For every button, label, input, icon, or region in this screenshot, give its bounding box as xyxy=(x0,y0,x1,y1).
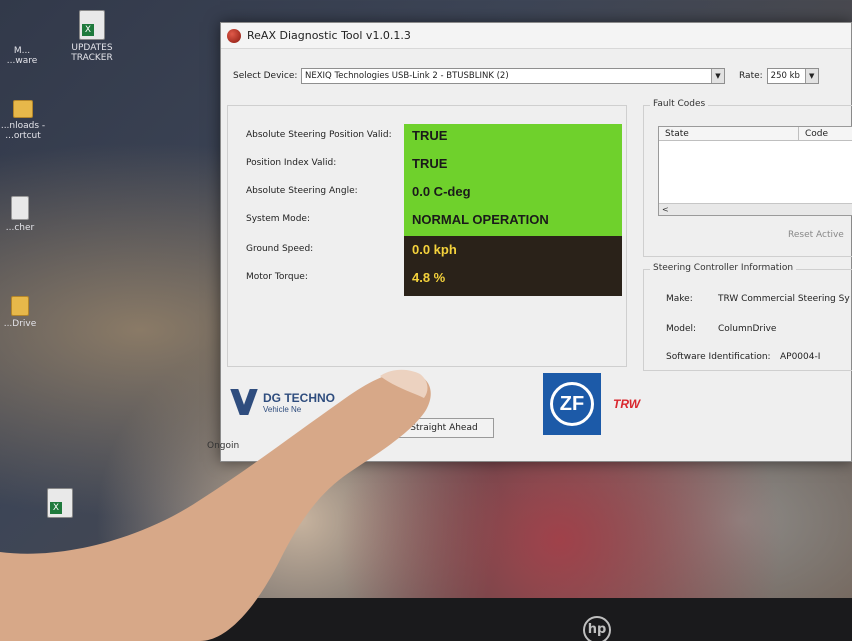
fault-codes-group: Fault Codes State Code < Reset Active xyxy=(643,99,852,257)
folder-icon xyxy=(11,296,29,316)
rate-select-value: 250 kb xyxy=(770,71,800,81)
status-value-motor-torque: 4.8 % xyxy=(412,270,446,285)
hp-logo-icon: hp xyxy=(583,616,611,641)
status-value-abs-position-valid: TRUE xyxy=(412,128,448,143)
column-header-state[interactable]: State xyxy=(659,127,799,140)
reax-window: ReAX Diagnostic Tool v1.0.1.3 Select Dev… xyxy=(207,22,852,462)
scroll-left-arrow-icon[interactable]: < xyxy=(662,205,669,214)
desktop-icon-drive[interactable]: ...Drive xyxy=(0,296,40,329)
software-id-label: Software Identification: xyxy=(666,352,771,362)
status-value-position-index-valid: TRUE xyxy=(412,156,448,171)
rate-select[interactable]: 250 kb ▼ xyxy=(766,68,819,84)
fault-table-header: State Code xyxy=(659,127,852,141)
zf-logo: ZF xyxy=(543,373,601,435)
column-header-code[interactable]: Code xyxy=(799,127,828,140)
info-row-make: Make: TRW Commercial Steering Sy xyxy=(666,294,850,304)
desktop-icon-launcher[interactable]: ...cher xyxy=(0,196,40,233)
desktop-icon-updates-tracker[interactable]: UPDATES TRACKER xyxy=(62,10,122,63)
dg-technologies-logo: DG TECHNO Vehicle Ne xyxy=(231,389,335,415)
desktop-icon-downloads[interactable]: ...nloads - ...ortcut xyxy=(0,100,46,141)
status-label-motor-torque: Motor Torque: xyxy=(246,272,308,282)
dg-logo-line2: Vehicle Ne xyxy=(263,404,302,414)
model-label: Model: xyxy=(666,324,697,334)
chevron-down-icon[interactable]: ▼ xyxy=(711,69,724,83)
chevron-down-icon[interactable]: ▼ xyxy=(804,69,818,83)
window-title: ReAX Diagnostic Tool v1.0.1.3 xyxy=(247,29,411,42)
make-label: Make: xyxy=(666,294,693,304)
status-value-ground-speed: 0.0 kph xyxy=(412,242,457,257)
status-value-system-mode: NORMAL OPERATION xyxy=(412,212,549,227)
model-value: ColumnDrive xyxy=(718,324,777,334)
desktop-icon-label: UPDATES TRACKER xyxy=(71,43,113,63)
steering-info-title: Steering Controller Information xyxy=(650,263,797,273)
horizontal-scrollbar[interactable]: < xyxy=(659,203,852,215)
status-label-abs-steering-angle: Absolute Steering Angle: xyxy=(246,186,358,196)
desktop-icon-label: ...Drive xyxy=(3,319,37,329)
status-bar-text: Ongoin xyxy=(207,441,240,451)
status-values-panel: TRUE TRUE 0.0 C-deg NORMAL OPERATION 0.0… xyxy=(404,124,622,296)
status-value-abs-steering-angle: 0.0 C-deg xyxy=(412,184,471,199)
desktop-icon-label: ...cher xyxy=(5,223,35,233)
steering-status-group: Absolute Steering Position Valid: Positi… xyxy=(227,105,627,438)
select-device-label: Select Device: xyxy=(233,71,298,81)
status-label-position-index-valid: Position Index Valid: xyxy=(246,158,337,168)
make-value: TRW Commercial Steering Sy xyxy=(718,294,850,304)
zf-logo-text: ZF xyxy=(550,382,594,426)
dg-logo-line1: DG TECHNO xyxy=(263,390,335,405)
device-select-value: NEXIQ Technologies USB-Link 2 - BTUSBLIN… xyxy=(305,71,509,81)
desktop-icon-excel[interactable] xyxy=(40,488,80,521)
info-row-model: Model: ColumnDrive xyxy=(666,324,776,334)
monitor-bezel xyxy=(200,598,852,641)
dg-logo-mark-icon xyxy=(231,389,257,415)
status-label-system-mode: System Mode: xyxy=(246,214,310,224)
rate-label: Rate: xyxy=(739,71,763,81)
desktop-icon-label: M... ...ware xyxy=(6,46,38,66)
desktop-icon-app[interactable]: M... ...ware xyxy=(0,46,44,66)
folder-icon xyxy=(13,100,33,118)
photo-scene: UPDATES TRACKER M... ...ware ...nloads -… xyxy=(0,0,852,641)
excel-file-icon xyxy=(47,488,73,518)
device-select[interactable]: NEXIQ Technologies USB-Link 2 - BTUSBLIN… xyxy=(301,68,725,84)
steering-controller-info-group: Steering Controller Information Make: TRW… xyxy=(643,263,852,371)
document-icon xyxy=(11,196,29,220)
reax-app-icon xyxy=(227,28,241,43)
excel-file-icon xyxy=(79,10,105,40)
info-row-software: Software Identification: AP0004-I xyxy=(666,352,820,362)
device-selector-row: Select Device: NEXIQ Technologies USB-Li… xyxy=(233,67,852,85)
status-label-ground-speed: Ground Speed: xyxy=(246,244,314,254)
reset-active-button[interactable]: Reset Active xyxy=(788,230,844,240)
software-id-value: AP0004-I xyxy=(780,352,821,362)
fault-codes-title: Fault Codes xyxy=(650,99,709,109)
window-titlebar[interactable]: ReAX Diagnostic Tool v1.0.1.3 xyxy=(221,23,851,49)
reset-straight-ahead-button[interactable]: Reset Straight Ahead xyxy=(366,418,494,438)
trw-logo: TRW xyxy=(613,397,641,411)
status-label-abs-position-valid: Absolute Steering Position Valid: xyxy=(246,130,392,140)
desktop-icon-label: ...nloads - ...ortcut xyxy=(0,121,46,141)
fault-codes-table[interactable]: State Code < xyxy=(658,126,852,216)
